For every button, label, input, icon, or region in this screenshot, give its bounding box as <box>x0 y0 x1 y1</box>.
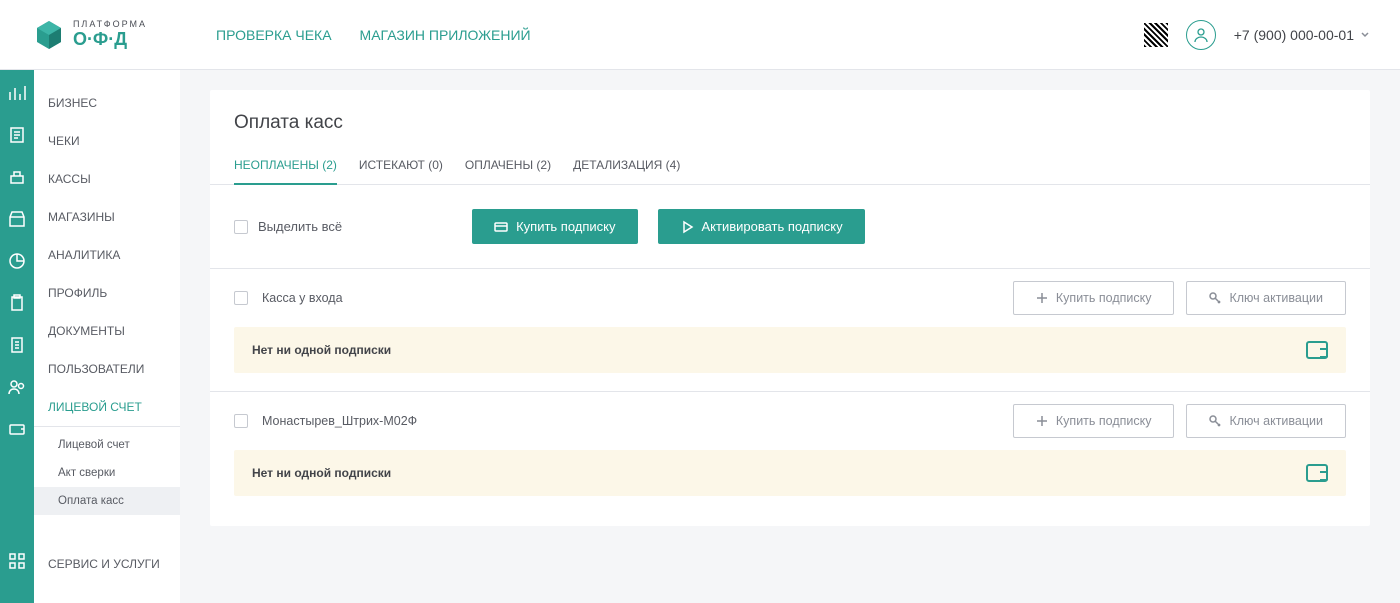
sidebar-item-users[interactable]: ПОЛЬЗОВАТЕЛИ <box>34 350 180 388</box>
battery-icon <box>1306 464 1328 482</box>
plus-icon <box>1036 415 1048 427</box>
register-name: Касса у входа <box>262 291 343 305</box>
warning-text: Нет ни одной подписки <box>252 466 391 480</box>
card-icon <box>494 220 508 234</box>
bar-chart-icon[interactable] <box>8 84 26 102</box>
main-card: Оплата касс НЕОПЛАЧЕНЫ (2) ИСТЕКАЮТ (0) … <box>210 90 1370 526</box>
play-icon <box>680 220 694 234</box>
plus-icon <box>1036 292 1048 304</box>
doc-icon[interactable] <box>8 336 26 354</box>
no-subscription-warning: Нет ни одной подписки <box>234 327 1346 373</box>
tab-expiring[interactable]: ИСТЕКАЮТ (0) <box>359 158 443 184</box>
logo-icon <box>33 19 65 51</box>
pie-icon[interactable] <box>8 252 26 270</box>
chevron-down-icon <box>1360 30 1370 40</box>
nav-app-store[interactable]: МАГАЗИН ПРИЛОЖЕНИЙ <box>360 27 531 43</box>
tab-paid[interactable]: ОПЛАЧЕНЫ (2) <box>465 158 551 184</box>
register-name: Монастырев_Штрих-М02Ф <box>262 414 417 428</box>
icon-rail <box>0 70 34 603</box>
battery-icon <box>1306 341 1328 359</box>
sidebar-sub-payment[interactable]: Оплата касс <box>34 487 180 515</box>
logo[interactable]: ПЛАТФОРМА О·Ф·Д <box>0 19 180 51</box>
sidebar-item-registers[interactable]: КАССЫ <box>34 160 180 198</box>
wallet-icon[interactable] <box>8 420 26 438</box>
topbar: ПЛАТФОРМА О·Ф·Д ПРОВЕРКА ЧЕКА МАГАЗИН ПР… <box>0 0 1400 70</box>
sidebar-item-account[interactable]: ЛИЦЕВОЙ СЧЕТ <box>34 388 180 427</box>
sidebar-item-analytics[interactable]: АНАЛИТИКА <box>34 236 180 274</box>
row-key-button[interactable]: Ключ активации <box>1186 281 1346 315</box>
user-icon <box>1193 27 1209 43</box>
toolbar: Выделить всё Купить подписку Активироват… <box>210 185 1370 268</box>
tabs: НЕОПЛАЧЕНЫ (2) ИСТЕКАЮТ (0) ОПЛАЧЕНЫ (2)… <box>210 134 1370 185</box>
top-nav: ПРОВЕРКА ЧЕКА МАГАЗИН ПРИЛОЖЕНИЙ <box>216 27 531 43</box>
row-key-button[interactable]: Ключ активации <box>1186 404 1346 438</box>
sidebar-item-stores[interactable]: МАГАЗИНЫ <box>34 198 180 236</box>
sidebar-sub-act[interactable]: Акт сверки <box>34 459 180 487</box>
no-subscription-warning: Нет ни одной подписки <box>234 450 1346 496</box>
clipboard-icon[interactable] <box>8 294 26 312</box>
row-checkbox[interactable] <box>234 414 248 428</box>
tab-details[interactable]: ДЕТАЛИЗАЦИЯ (4) <box>573 158 680 184</box>
row-buy-button[interactable]: Купить подписку <box>1013 404 1175 438</box>
users-icon[interactable] <box>8 378 26 396</box>
grid-icon[interactable] <box>8 552 26 570</box>
sidebar-item-profile[interactable]: ПРОФИЛЬ <box>34 274 180 312</box>
sidebar: БИЗНЕС ЧЕКИ КАССЫ МАГАЗИНЫ АНАЛИТИКА ПРО… <box>34 70 180 603</box>
tab-unpaid[interactable]: НЕОПЛАЧЕНЫ (2) <box>234 158 337 184</box>
phone-number: +7 (900) 000-00-01 <box>1234 27 1354 43</box>
row-checkbox[interactable] <box>234 291 248 305</box>
content-area: Оплата касс НЕОПЛАЧЕНЫ (2) ИСТЕКАЮТ (0) … <box>180 70 1400 603</box>
user-avatar[interactable] <box>1186 20 1216 50</box>
logo-line2: О·Ф·Д <box>73 30 147 50</box>
page-title: Оплата касс <box>210 112 1370 134</box>
select-all-label: Выделить всё <box>258 219 342 234</box>
receipt-icon[interactable] <box>8 126 26 144</box>
store-icon[interactable] <box>8 210 26 228</box>
key-icon <box>1209 292 1221 304</box>
sidebar-sub-account[interactable]: Лицевой счет <box>34 431 180 459</box>
key-icon <box>1209 415 1221 427</box>
register-icon[interactable] <box>8 168 26 186</box>
qr-icon[interactable] <box>1144 23 1168 47</box>
row-buy-button[interactable]: Купить подписку <box>1013 281 1175 315</box>
sidebar-item-documents[interactable]: ДОКУМЕНТЫ <box>34 312 180 350</box>
sidebar-item-services[interactable]: СЕРВИС И УСЛУГИ <box>34 545 180 583</box>
register-row: Касса у входа Купить подписку Ключ актив… <box>210 268 1370 327</box>
nav-check-receipt[interactable]: ПРОВЕРКА ЧЕКА <box>216 27 332 43</box>
phone-dropdown[interactable]: +7 (900) 000-00-01 <box>1234 27 1370 43</box>
buy-subscription-button[interactable]: Купить подписку <box>472 209 637 244</box>
select-all[interactable]: Выделить всё <box>234 219 342 234</box>
select-all-checkbox[interactable] <box>234 220 248 234</box>
register-row: Монастырев_Штрих-М02Ф Купить подписку Кл… <box>210 391 1370 450</box>
warning-text: Нет ни одной подписки <box>252 343 391 357</box>
activate-subscription-button[interactable]: Активировать подписку <box>658 209 865 244</box>
sidebar-item-receipts[interactable]: ЧЕКИ <box>34 122 180 160</box>
sidebar-item-business[interactable]: БИЗНЕС <box>34 84 180 122</box>
